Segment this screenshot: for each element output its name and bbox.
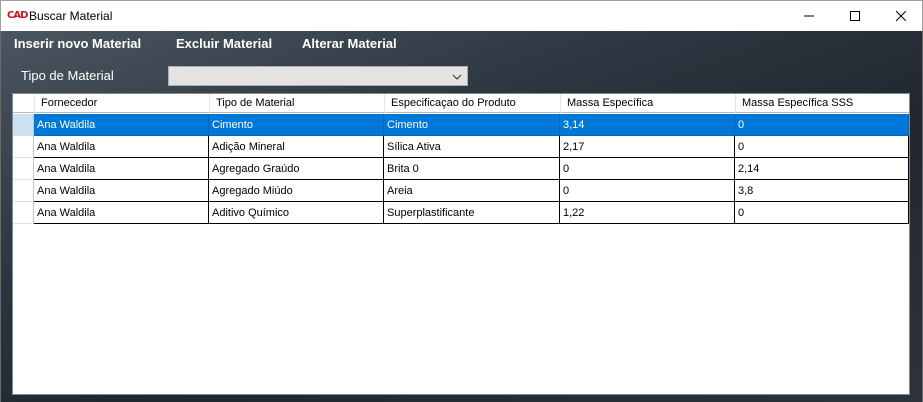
cell-fornecedor[interactable]: Ana Waldila [34, 114, 209, 136]
cell-fornecedor[interactable]: Ana Waldila [34, 158, 209, 180]
cell-especificacao[interactable]: Superplastificante [384, 202, 560, 224]
table-row[interactable]: Ana Waldila Agregado Graúdo Brita 0 0 2,… [13, 158, 909, 180]
column-header-fornecedor[interactable]: Fornecedor [34, 94, 209, 113]
row-header[interactable] [13, 158, 34, 180]
table-row[interactable]: Ana Waldila Adição Mineral Sílica Ativa … [13, 136, 909, 158]
cell-massa-especifica[interactable]: 0 [560, 158, 735, 180]
cell-massa-especifica-sss[interactable]: 0 [735, 136, 909, 158]
column-header-massa-especifica[interactable]: Massa Específica [560, 94, 735, 113]
cell-massa-especifica-sss[interactable]: 0 [735, 114, 909, 136]
cell-massa-especifica-sss[interactable]: 0 [735, 202, 909, 224]
cell-massa-especifica[interactable]: 3,14 [560, 114, 735, 136]
close-button[interactable] [878, 1, 923, 31]
app-logo: CAD [7, 10, 28, 21]
cell-especificacao[interactable]: Brita 0 [384, 158, 560, 180]
row-header[interactable] [13, 114, 34, 136]
cell-fornecedor[interactable]: Ana Waldila [34, 202, 209, 224]
materials-grid[interactable]: Fornecedor Tipo de Material Especificaça… [12, 93, 910, 395]
maximize-button[interactable] [832, 1, 878, 31]
cell-tipo[interactable]: Agregado Miúdo [209, 180, 384, 202]
maximize-icon [850, 11, 860, 21]
window-title: Buscar Material [29, 9, 113, 23]
table-row[interactable]: Ana Waldila Aditivo Químico Superplastif… [13, 202, 909, 224]
client-area: Inserir novo Material Excluir Material A… [0, 31, 923, 402]
row-header[interactable] [13, 136, 34, 158]
row-header-corner [13, 94, 34, 113]
material-type-select[interactable] [168, 66, 468, 86]
cell-tipo[interactable]: Aditivo Químico [209, 202, 384, 224]
table-row[interactable]: Ana Waldila Agregado Miúdo Areia 0 3,8 [13, 180, 909, 202]
table-row[interactable]: Ana Waldila Cimento Cimento 3,14 0 [13, 114, 909, 136]
cell-especificacao[interactable]: Sílica Ativa [384, 136, 560, 158]
menu-edit-material[interactable]: Alterar Material [302, 36, 397, 51]
column-header-especificacao[interactable]: Especificaçao do Produto [384, 94, 560, 113]
cell-fornecedor[interactable]: Ana Waldila [34, 136, 209, 158]
cell-massa-especifica-sss[interactable]: 3,8 [735, 180, 909, 202]
cell-massa-especifica[interactable]: 2,17 [560, 136, 735, 158]
cell-massa-especifica-sss[interactable]: 2,14 [735, 158, 909, 180]
cell-massa-especifica[interactable]: 1,22 [560, 202, 735, 224]
column-header-massa-especifica-sss[interactable]: Massa Específica SSS [735, 94, 909, 113]
cell-especificacao[interactable]: Areia [384, 180, 560, 202]
title-bar[interactable]: CAD Buscar Material [0, 0, 923, 31]
row-header[interactable] [13, 202, 34, 224]
close-icon [896, 11, 906, 21]
grid-header: Fornecedor Tipo de Material Especificaça… [13, 94, 909, 113]
minimize-button[interactable] [786, 1, 832, 31]
chevron-down-icon [452, 74, 462, 80]
column-header-tipo[interactable]: Tipo de Material [209, 94, 384, 113]
cell-fornecedor[interactable]: Ana Waldila [34, 180, 209, 202]
menu-delete-material[interactable]: Excluir Material [176, 36, 272, 51]
menu-insert-material[interactable]: Inserir novo Material [14, 36, 141, 51]
row-header[interactable] [13, 180, 34, 202]
menu-bar: Inserir novo Material Excluir Material A… [1, 31, 922, 57]
cell-tipo[interactable]: Agregado Graúdo [209, 158, 384, 180]
material-type-label: Tipo de Material [21, 68, 114, 83]
cell-tipo[interactable]: Adição Mineral [209, 136, 384, 158]
minimize-icon [804, 15, 814, 17]
cell-massa-especifica[interactable]: 0 [560, 180, 735, 202]
cell-tipo[interactable]: Cimento [209, 114, 384, 136]
cell-especificacao[interactable]: Cimento [384, 114, 560, 136]
